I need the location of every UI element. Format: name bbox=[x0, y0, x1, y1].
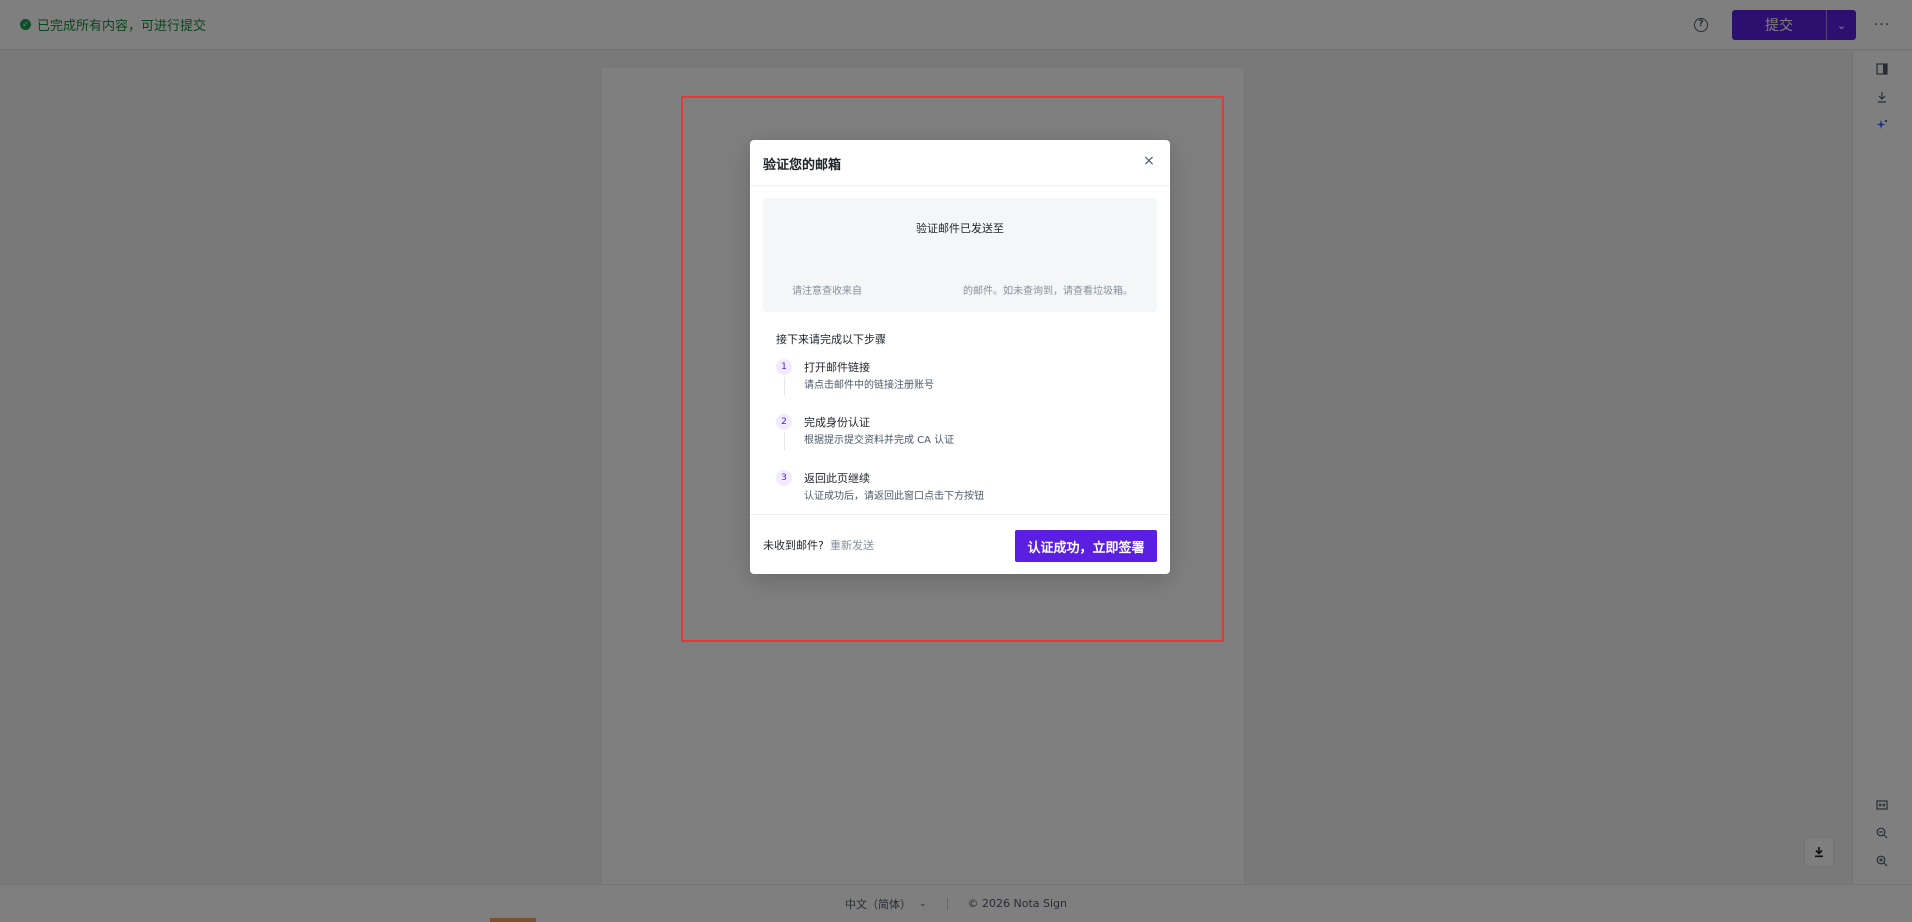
email-sent-note-end: 的邮件。如未查询到，请查看垃圾箱。 bbox=[963, 286, 1133, 297]
email-sent-title: 验证邮件已发送至 bbox=[916, 222, 1004, 235]
verify-email-dialog: 验证您的邮箱 × 验证邮件已发送至 请注意查收来自 的邮件。如未查询到，请查看垃… bbox=[750, 140, 1170, 574]
step-title: 完成身份认证 bbox=[804, 416, 870, 429]
step-item: 2 完成身份认证 根据提示提交资料并完成 CA 认证 bbox=[776, 414, 1136, 454]
step-number: 3 bbox=[776, 470, 792, 486]
step-title: 打开邮件链接 bbox=[804, 361, 870, 374]
dialog-header: 验证您的邮箱 × bbox=[750, 140, 1170, 186]
step-description: 认证成功后，请返回此窗口点击下方按钮 bbox=[804, 491, 984, 502]
not-received-label: 未收到邮件? bbox=[763, 539, 824, 552]
step-description: 请点击邮件中的链接注册账号 bbox=[804, 380, 934, 391]
steps-title: 接下来请完成以下步骤 bbox=[776, 333, 886, 346]
dialog-title: 验证您的邮箱 bbox=[763, 158, 842, 173]
close-icon[interactable]: × bbox=[1140, 152, 1158, 170]
email-sent-info: 验证邮件已发送至 请注意查收来自 的邮件。如未查询到，请查看垃圾箱。 bbox=[763, 198, 1157, 312]
email-sent-note-start: 请注意查收来自 bbox=[792, 286, 862, 297]
resend-link[interactable]: 重新发送 bbox=[830, 537, 874, 553]
dialog-footer: 未收到邮件? 重新发送 认证成功，立即签署 bbox=[750, 514, 1170, 574]
step-number: 2 bbox=[776, 414, 792, 430]
verified-sign-now-button[interactable]: 认证成功，立即签署 bbox=[1015, 530, 1157, 562]
step-description: 根据提示提交资料并完成 CA 认证 bbox=[804, 435, 955, 446]
step-connector bbox=[784, 432, 785, 450]
step-item: 1 打开邮件链接 请点击邮件中的链接注册账号 bbox=[776, 359, 1136, 399]
step-item: 3 返回此页继续 认证成功后，请返回此窗口点击下方按钮 bbox=[776, 470, 1136, 510]
step-connector bbox=[784, 377, 785, 395]
step-number: 1 bbox=[776, 359, 792, 375]
step-title: 返回此页继续 bbox=[804, 472, 870, 485]
